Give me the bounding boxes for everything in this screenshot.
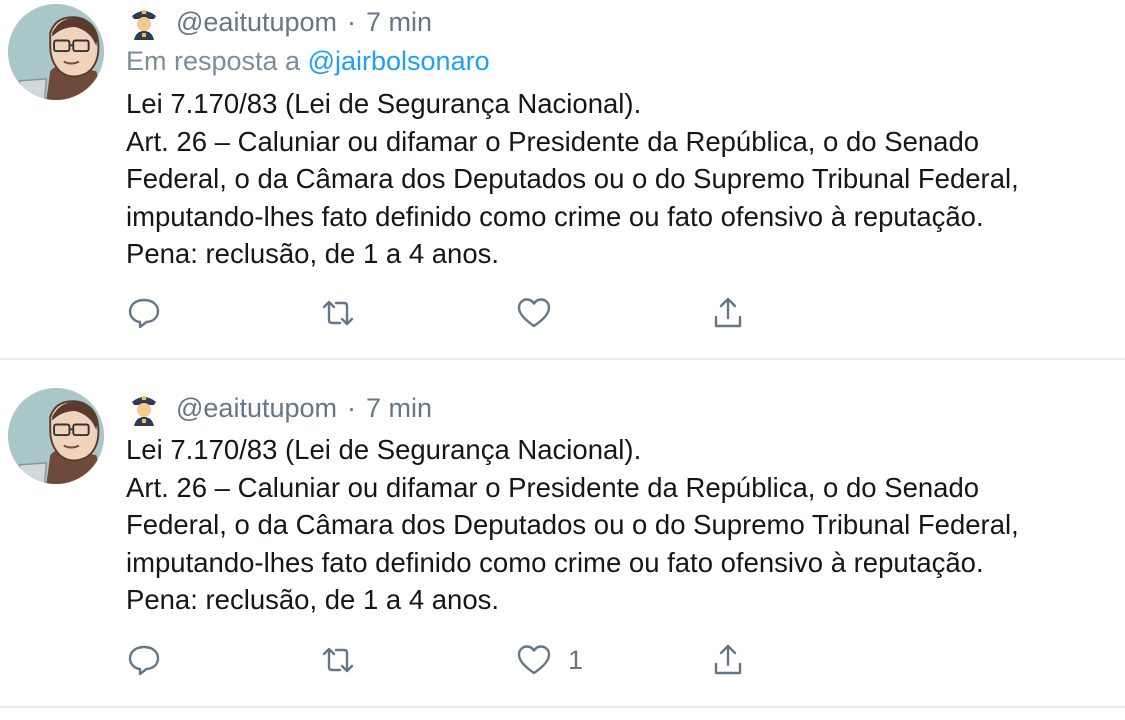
share-button[interactable] — [710, 293, 746, 333]
tweet-text-line: Federal, o da Câmara dos Deputados ou o … — [126, 509, 1019, 540]
timestamp[interactable]: 7 min — [366, 7, 432, 38]
reply-icon — [128, 298, 160, 329]
reply-mention-link[interactable]: @jairbolsonaro — [308, 46, 490, 76]
reply-context: Em resposta a @jairbolsonaro — [126, 46, 490, 77]
tweet-actions — [126, 293, 766, 333]
tweet-text-line: Lei 7.170/83 (Lei de Segurança Nacional)… — [126, 434, 642, 465]
tweet-header: @eaitutupom · 7 min — [126, 390, 432, 426]
separator-dot: · — [347, 392, 356, 423]
like-button[interactable] — [516, 293, 552, 333]
separator-dot: · — [347, 6, 356, 37]
heart-icon — [517, 645, 551, 675]
avatar[interactable] — [8, 4, 104, 100]
retweet-button[interactable] — [320, 293, 356, 333]
tweet-divider — [0, 706, 1125, 708]
tweet[interactable]: @eaitutupom · 7 min Em resposta a @jairb… — [0, 0, 1125, 358]
tweet-text-line: imputando-lhes fato definido como crime … — [126, 200, 984, 232]
user-handle[interactable]: @eaitutupom — [176, 7, 337, 38]
tweet-text-line: imputando-lhes fato definido como crime … — [126, 546, 984, 578]
reply-button[interactable] — [126, 293, 162, 333]
share-icon — [714, 297, 742, 328]
reply-icon — [128, 645, 160, 676]
tweet-text-line: Art. 26 – Caluniar ou difamar o Presiden… — [126, 125, 980, 157]
retweet-icon — [322, 647, 354, 673]
tweet-text: Lei 7.170/83 (Lei de Segurança Nacional)… — [126, 85, 1116, 273]
share-icon — [714, 644, 742, 675]
heart-icon — [517, 298, 551, 328]
police-officer-icon — [132, 396, 156, 426]
tweet-text-line: Federal, o da Câmara dos Deputados ou o … — [126, 163, 1019, 194]
tweet-text-line: Lei 7.170/83 (Lei de Segurança Nacional)… — [126, 88, 642, 119]
reply-prefix: Em resposta a — [126, 46, 301, 76]
timestamp[interactable]: 7 min — [366, 393, 432, 424]
reply-button[interactable] — [126, 640, 162, 680]
tweet[interactable]: @eaitutupom · 7 min Lei 7.170/83 (Lei de… — [0, 360, 1125, 706]
tweet-actions: 1 — [126, 640, 766, 680]
police-officer-icon — [132, 10, 156, 40]
tweet-header: @eaitutupom · 7 min — [126, 4, 432, 40]
user-handle[interactable]: @eaitutupom — [176, 393, 337, 424]
like-button[interactable]: 1 — [516, 640, 583, 680]
retweet-button[interactable] — [320, 640, 356, 680]
tweet-text-line: Art. 26 – Caluniar ou difamar o Presiden… — [126, 471, 980, 503]
avatar[interactable] — [8, 388, 104, 484]
retweet-icon — [322, 300, 354, 326]
tweet-feed: @eaitutupom · 7 min Em resposta a @jairb… — [0, 0, 1125, 720]
tweet-text-line: Pena: reclusão, de 1 a 4 anos. — [126, 238, 500, 269]
like-count: 1 — [568, 644, 584, 675]
share-button[interactable] — [710, 640, 746, 680]
tweet-text-line: Pena: reclusão, de 1 a 4 anos. — [126, 584, 500, 615]
tweet-text: Lei 7.170/83 (Lei de Segurança Nacional)… — [126, 431, 1116, 619]
